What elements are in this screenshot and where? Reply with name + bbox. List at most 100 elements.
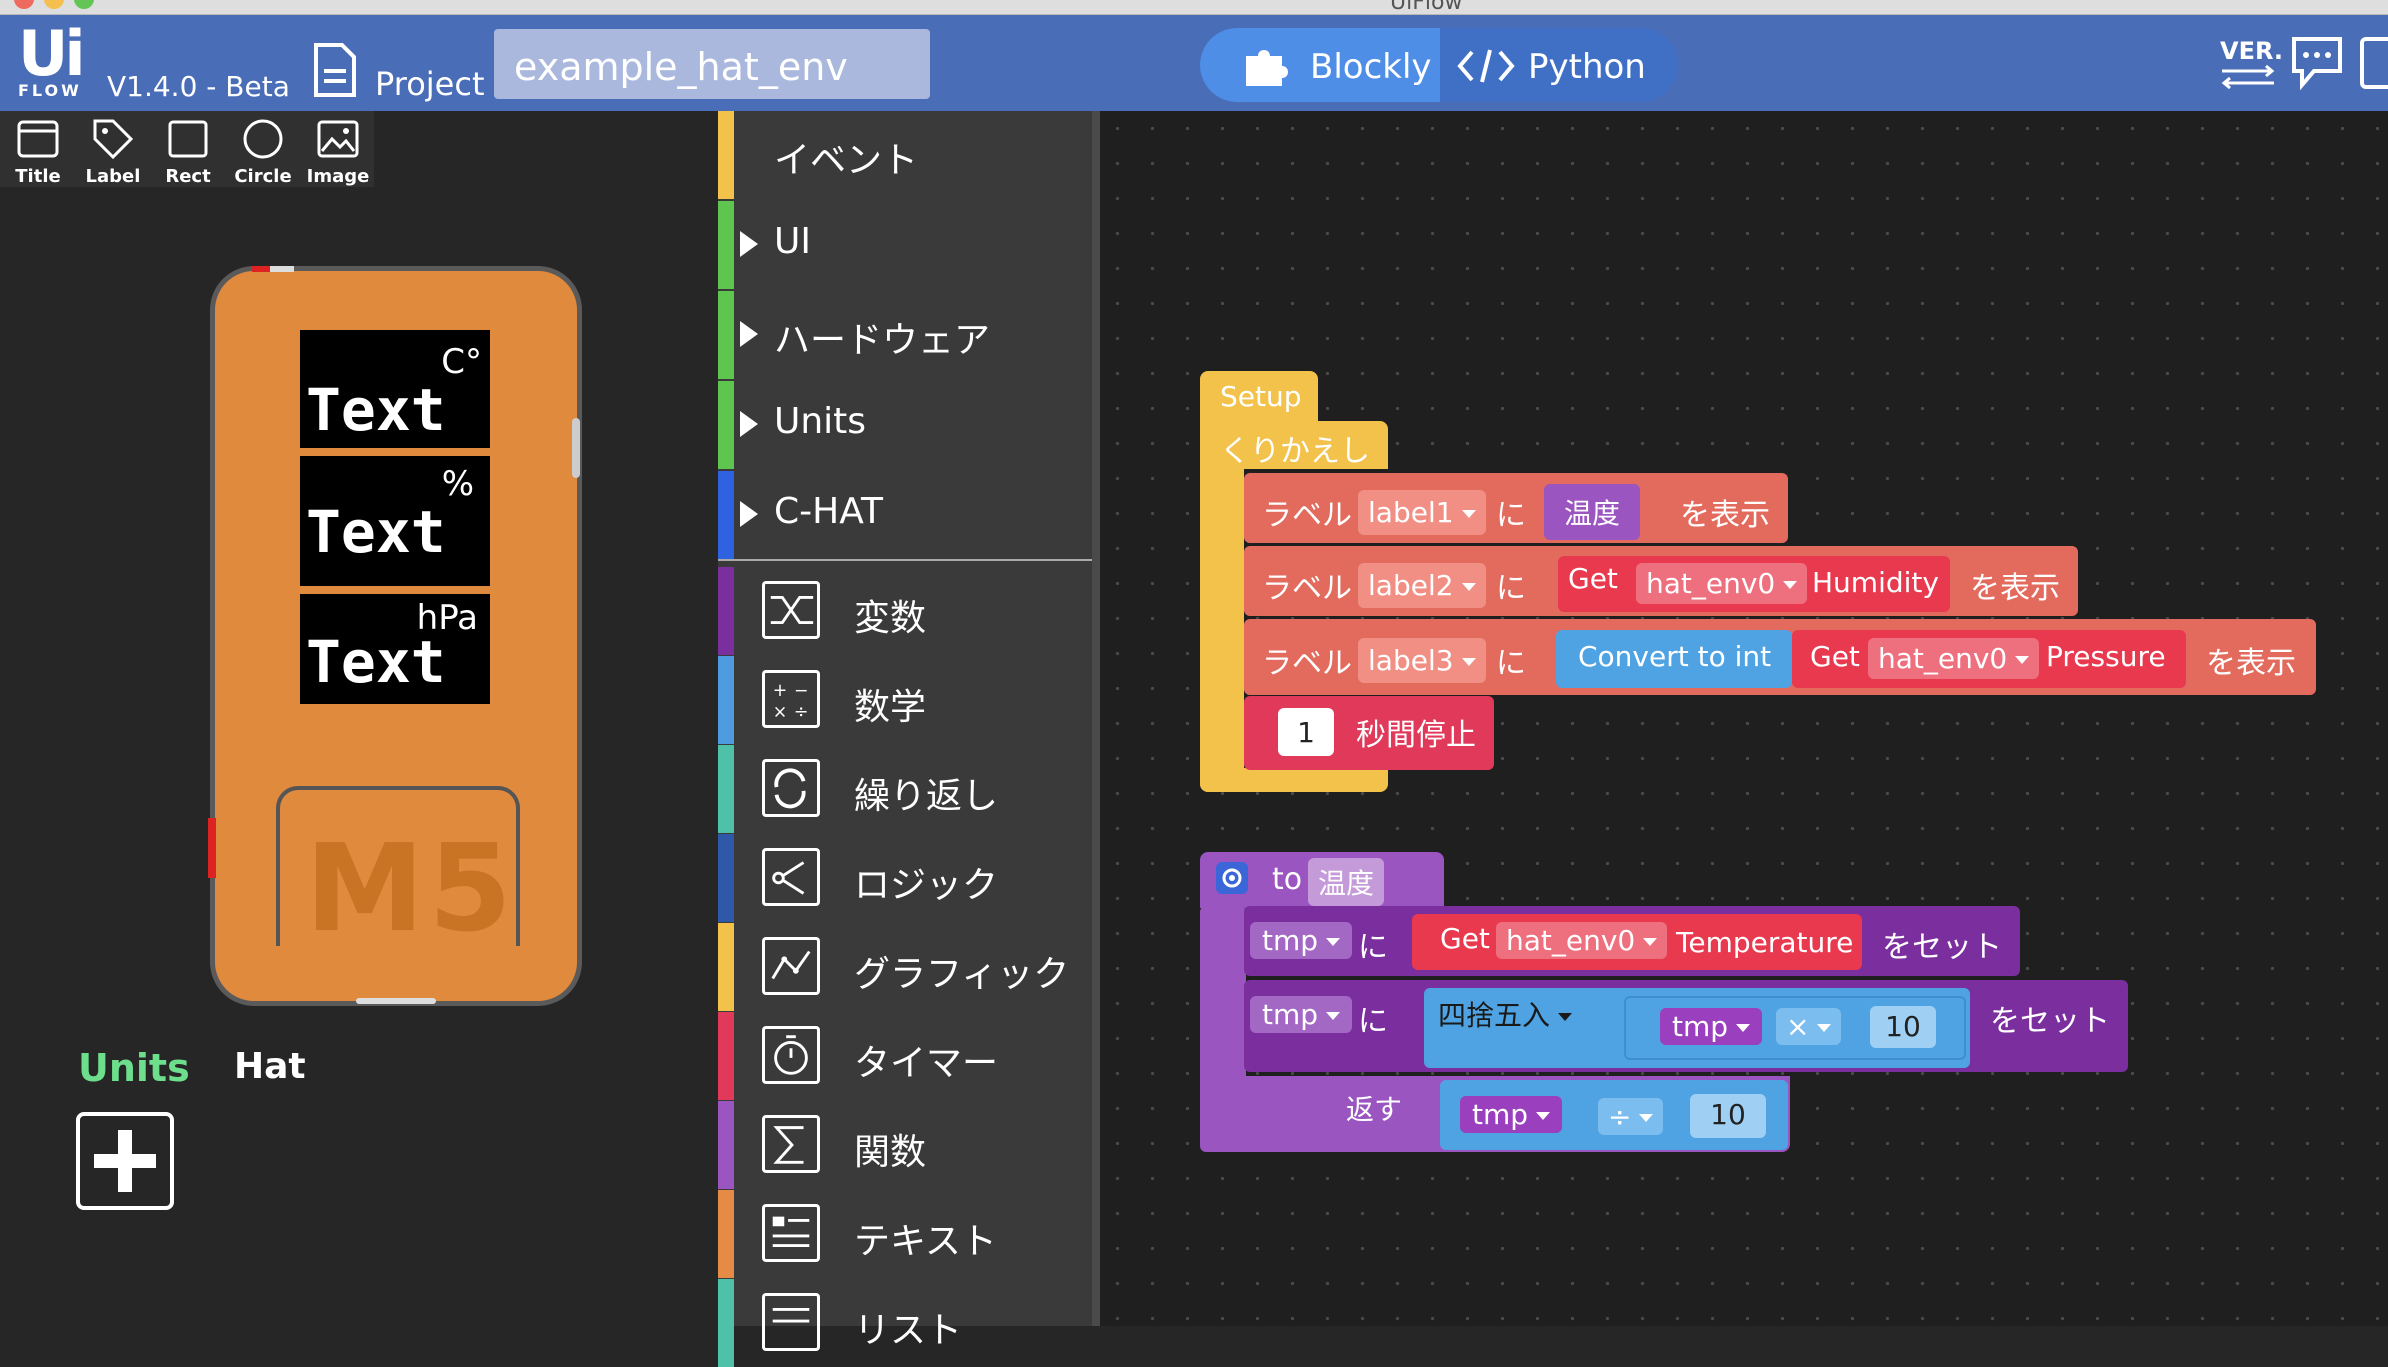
logic-icon bbox=[762, 848, 820, 906]
tool-circle-label: Circle bbox=[234, 166, 292, 187]
minimize-window-button[interactable] bbox=[44, 0, 64, 9]
category-color bbox=[718, 745, 734, 833]
wait-seconds-input[interactable]: 1 bbox=[1278, 708, 1334, 756]
screen-label3[interactable]: hPa Text bbox=[300, 594, 490, 704]
category-scrollbar[interactable] bbox=[1092, 111, 1100, 1326]
hat-env-dropdown[interactable]: hat_env0 bbox=[1636, 563, 1808, 604]
device-led bbox=[252, 266, 270, 272]
tmp-var-dropdown[interactable]: tmp bbox=[1460, 1096, 1563, 1133]
number-input[interactable]: 10 bbox=[1690, 1094, 1766, 1138]
label2-dropdown[interactable]: label2 bbox=[1358, 563, 1486, 608]
category-graphic[interactable]: グラフィック bbox=[718, 923, 1092, 1011]
svg-text:+: + bbox=[773, 681, 788, 701]
code-icon bbox=[1457, 49, 1515, 83]
category-timer[interactable]: タイマー bbox=[718, 1012, 1092, 1100]
to-keyword: to bbox=[1272, 862, 1303, 897]
category-loop[interactable]: 繰り返し bbox=[718, 745, 1092, 833]
category-label: ハードウェア bbox=[774, 320, 991, 361]
gear-icon[interactable] bbox=[1216, 862, 1248, 894]
circle-icon bbox=[243, 119, 283, 159]
project-name-input[interactable]: example_hat_env bbox=[494, 29, 930, 99]
window-titlebar: UiFlow bbox=[0, 0, 2388, 15]
category-label: Units bbox=[774, 401, 867, 442]
category-chat[interactable]: C-HAT bbox=[718, 471, 1092, 559]
category-event[interactable]: イベント bbox=[718, 111, 1092, 199]
tool-circle[interactable]: Circle bbox=[227, 111, 299, 187]
category-color bbox=[718, 1190, 734, 1278]
category-text[interactable]: テキスト bbox=[718, 1190, 1092, 1278]
operator-dropdown[interactable]: × bbox=[1776, 1008, 1842, 1045]
convert-int-block[interactable]: Convert to int bbox=[1556, 630, 1792, 688]
category-color bbox=[718, 1101, 734, 1189]
category-logic[interactable]: ロジック bbox=[718, 834, 1092, 922]
category-hardware[interactable]: ハードウェア bbox=[718, 291, 1092, 379]
operator-dropdown[interactable]: ÷ bbox=[1598, 1098, 1664, 1135]
tool-rect[interactable]: Rect bbox=[152, 111, 224, 187]
logo-sub: FLOW bbox=[18, 81, 82, 100]
hat-env-dropdown[interactable]: hat_env0 bbox=[1496, 922, 1668, 959]
expand-triangle-icon bbox=[740, 321, 758, 347]
tmp-var-name: tmp bbox=[1472, 1098, 1529, 1131]
call-temperature-block[interactable]: 温度 bbox=[1544, 484, 1641, 540]
category-color bbox=[718, 201, 734, 289]
category-color bbox=[718, 471, 734, 559]
tool-image-label: Image bbox=[306, 166, 370, 187]
loop-label: くりかえし bbox=[1220, 434, 1370, 469]
add-unit-button[interactable] bbox=[76, 1112, 174, 1210]
project-file-icon[interactable] bbox=[312, 41, 358, 99]
label3-dropdown[interactable]: label3 bbox=[1358, 638, 1486, 683]
number-value: 10 bbox=[1710, 1098, 1746, 1131]
hat-env-dropdown[interactable]: hat_env0 bbox=[1868, 638, 2040, 679]
loop-footer bbox=[1200, 768, 1388, 792]
screen-label2[interactable]: % Text bbox=[300, 456, 490, 586]
tool-image[interactable]: Image bbox=[302, 111, 374, 187]
python-tab[interactable]: Python bbox=[1440, 28, 1678, 102]
convert-int-label: Convert to int bbox=[1578, 640, 1772, 673]
ni-keyword: に bbox=[1358, 1004, 1388, 1039]
number-value: 10 bbox=[1885, 1010, 1921, 1043]
round-label: 四捨五入 bbox=[1438, 999, 1551, 1032]
category-label: タイマー bbox=[854, 1043, 999, 1084]
screen-label1[interactable]: C° Text bbox=[300, 330, 490, 448]
ver-text: VER. bbox=[2220, 37, 2284, 65]
category-list[interactable]: リスト bbox=[718, 1279, 1092, 1367]
setup-label: Setup bbox=[1220, 380, 1302, 413]
project-button[interactable]: Project bbox=[375, 65, 484, 103]
text-icon bbox=[762, 1204, 820, 1262]
zoom-window-button[interactable] bbox=[74, 0, 94, 9]
category-shuffle[interactable]: 変数 bbox=[718, 567, 1092, 655]
tmp-var-dropdown[interactable]: tmp bbox=[1250, 922, 1353, 959]
device-side-button bbox=[572, 418, 580, 478]
hat-tab[interactable]: Hat bbox=[234, 1046, 306, 1087]
app-header: Ui FLOW V1.4.0 - Beta Project example_ha… bbox=[0, 15, 2388, 111]
loop-icon bbox=[762, 759, 820, 817]
temp-func-name: 温度 bbox=[1564, 497, 1621, 530]
category-color bbox=[718, 111, 734, 199]
category-color bbox=[718, 567, 734, 655]
blockly-tab[interactable]: Blockly bbox=[1200, 28, 1440, 102]
function-name-field[interactable]: 温度 bbox=[1308, 858, 1385, 906]
category-ui[interactable]: UI bbox=[718, 201, 1092, 289]
category-math[interactable]: + − × ÷ 数学 bbox=[718, 656, 1092, 744]
units-tab[interactable]: Units bbox=[78, 1046, 190, 1090]
number-input[interactable]: 10 bbox=[1870, 1006, 1936, 1048]
mode-toggle: Blockly Python bbox=[1200, 28, 1678, 102]
label1-name: label1 bbox=[1368, 496, 1454, 529]
tool-title[interactable]: Title bbox=[2, 111, 74, 187]
docs-icon[interactable] bbox=[2358, 33, 2388, 91]
tmp-var-dropdown[interactable]: tmp bbox=[1250, 996, 1353, 1033]
tool-label[interactable]: Label bbox=[77, 111, 149, 187]
tool-label-label: Label bbox=[85, 166, 141, 187]
category-sigma[interactable]: 関数 bbox=[718, 1101, 1092, 1189]
category-units[interactable]: Units bbox=[718, 381, 1092, 469]
blockly-label: Blockly bbox=[1310, 47, 1432, 87]
feedback-icon[interactable] bbox=[2290, 33, 2346, 91]
m5-logo: M5 bbox=[305, 820, 516, 959]
version-icon[interactable]: VER. bbox=[2218, 33, 2283, 93]
hat-env-name: hat_env0 bbox=[1878, 642, 2008, 675]
tmp-var-dropdown[interactable]: tmp bbox=[1660, 1008, 1763, 1045]
tmp-var-name: tmp bbox=[1672, 1010, 1729, 1043]
label1-dropdown[interactable]: label1 bbox=[1358, 490, 1486, 535]
category-label: グラフィック bbox=[854, 954, 1070, 995]
close-window-button[interactable] bbox=[14, 0, 34, 9]
